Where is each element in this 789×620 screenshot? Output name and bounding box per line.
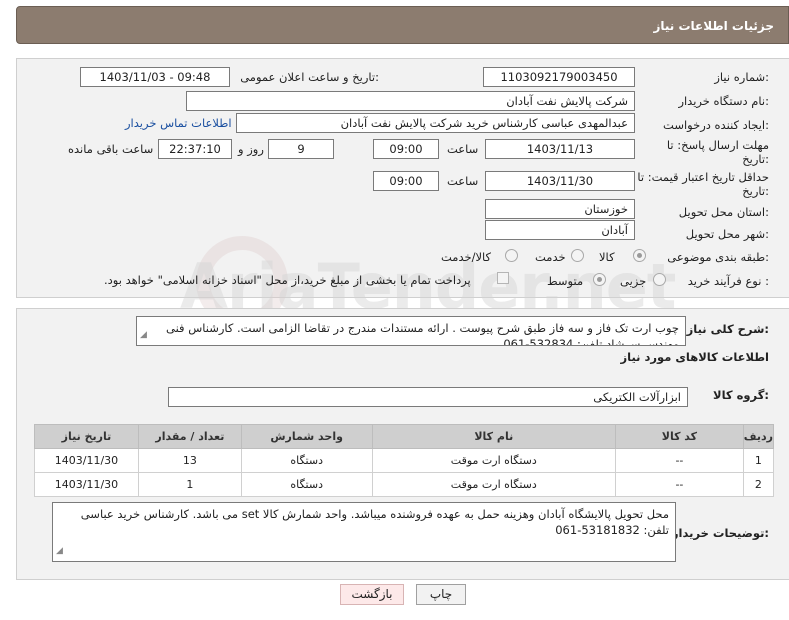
deadline-date-field[interactable]: 1403/11/13 <box>485 139 635 159</box>
notes-label: توضیحات خریدار: <box>671 526 769 540</box>
buyer-org-label: نام دستگاه خریدار: <box>678 94 769 108</box>
goods-group-label: گروه کالا: <box>713 388 769 402</box>
goods-table: ردیف کد کالا نام کالا واحد شمارش تعداد /… <box>34 424 775 497</box>
cell-name: دستگاه ارت موقت <box>371 448 617 473</box>
deadline-time-field[interactable]: 09:00 <box>373 139 439 159</box>
category-option-service: خدمت <box>535 250 566 264</box>
col-name: نام کالا <box>371 424 617 449</box>
cell-unit: دستگاه <box>240 448 373 473</box>
process-radio-minor[interactable] <box>653 273 666 286</box>
goods-section-title: اطلاعات کالاهای مورد نیاز <box>620 350 769 364</box>
process-option-medium: متوسط <box>547 274 584 288</box>
col-unit: واحد شمارش <box>240 424 373 449</box>
process-radio-medium[interactable] <box>593 273 606 286</box>
resize-grip-icon: ◢ <box>140 330 147 340</box>
col-date: تاریخ نیاز <box>34 424 139 449</box>
description-textarea[interactable]: چوب ارت تک فاز و سه فاز طبق شرح پیوست . … <box>136 316 686 346</box>
category-radio-service[interactable] <box>571 249 584 262</box>
remaining-time-field[interactable]: 22:37:10 <box>158 139 232 159</box>
need-number-field[interactable]: 1103092179003450 <box>483 67 635 87</box>
contact-info-link[interactable]: اطلاعات تماس خریدار <box>125 116 232 130</box>
deadline-label-2: تاریخ: <box>742 152 769 166</box>
print-button[interactable]: چاپ <box>416 584 466 605</box>
validity-time-field[interactable]: 09:00 <box>373 171 439 191</box>
announce-label: تاریخ و ساعت اعلان عمومی: <box>240 70 379 84</box>
treasury-text: پرداخت تمام یا بخشی از مبلغ خرید،از محل … <box>104 273 471 287</box>
col-row: ردیف <box>742 424 775 449</box>
province-field[interactable]: خوزستان <box>485 199 635 219</box>
back-button[interactable]: بازگشت <box>340 584 404 605</box>
cell-code: -- <box>615 448 744 473</box>
province-label: استان محل تحویل: <box>678 205 769 219</box>
cell-unit: دستگاه <box>240 472 373 497</box>
days-label: روز و <box>238 142 264 156</box>
deadline-time-label: ساعت <box>447 142 479 156</box>
table-row: 1 -- دستگاه ارت موقت دستگاه 13 1403/11/3… <box>34 448 775 473</box>
deadline-label: مهلت ارسال پاسخ: تا <box>666 138 769 152</box>
page-header: جزئیات اطلاعات نیاز <box>16 6 789 44</box>
cell-name: دستگاه ارت موقت <box>371 472 617 497</box>
category-option-goods: کالا <box>599 250 615 264</box>
notes-text: محل تحویل پالایشگاه آبادان وهزینه حمل به… <box>80 507 669 537</box>
validity-label: حداقل تاریخ اعتبار قیمت: تا <box>637 170 769 184</box>
cell-qty: 1 <box>137 472 242 497</box>
description-text: چوب ارت تک فاز و سه فاز طبق شرح پیوست . … <box>165 321 679 346</box>
requester-label: ایجاد کننده درخواست: <box>663 118 769 132</box>
goods-group-field[interactable]: ابزارآلات الکتریکی <box>168 387 688 407</box>
requester-field[interactable]: عبدالمهدی عباسی کارشناس خرید شرکت پالایش… <box>236 113 635 133</box>
category-option-both: کالا/خدمت <box>441 250 492 264</box>
days-field[interactable]: 9 <box>268 139 334 159</box>
validity-time-label: ساعت <box>447 174 479 188</box>
description-label: شرح کلی نیاز: <box>686 322 769 336</box>
need-number-label: شماره نیاز: <box>714 70 769 84</box>
process-option-minor: جزیی <box>620 274 647 288</box>
treasury-checkbox[interactable] <box>497 272 509 284</box>
city-label: شهر محل تحویل: <box>685 227 769 241</box>
cell-code: -- <box>615 472 744 497</box>
category-label: طبقه بندی موضوعی: <box>667 250 769 264</box>
cell-row: 1 <box>742 448 775 473</box>
cell-qty: 13 <box>137 448 242 473</box>
category-radio-goods[interactable] <box>633 249 646 262</box>
table-row: 2 -- دستگاه ارت موقت دستگاه 1 1403/11/30 <box>34 472 775 497</box>
notes-textarea[interactable]: محل تحویل پالایشگاه آبادان وهزینه حمل به… <box>52 502 676 562</box>
page-title: جزئیات اطلاعات نیاز <box>653 19 774 33</box>
remaining-label: ساعت باقی مانده <box>68 142 154 156</box>
col-code: کد کالا <box>615 424 744 449</box>
validity-date-field[interactable]: 1403/11/30 <box>485 171 635 191</box>
validity-label-2: تاریخ: <box>742 184 769 198</box>
cell-date: 1403/11/30 <box>34 472 139 497</box>
cell-date: 1403/11/30 <box>34 448 139 473</box>
process-label: نوع فرآیند خرید : <box>687 274 769 288</box>
city-field[interactable]: آبادان <box>485 220 635 240</box>
cell-row: 2 <box>742 472 775 497</box>
announce-field[interactable]: 1403/11/03 - 09:48 <box>80 67 230 87</box>
buyer-org-field[interactable]: شرکت پالایش نفت آبادان <box>186 91 635 111</box>
category-radio-both[interactable] <box>505 249 518 262</box>
goods-table-header: ردیف کد کالا نام کالا واحد شمارش تعداد /… <box>34 424 775 449</box>
col-qty: تعداد / مقدار <box>137 424 242 449</box>
resize-grip-icon: ◢ <box>56 546 63 556</box>
